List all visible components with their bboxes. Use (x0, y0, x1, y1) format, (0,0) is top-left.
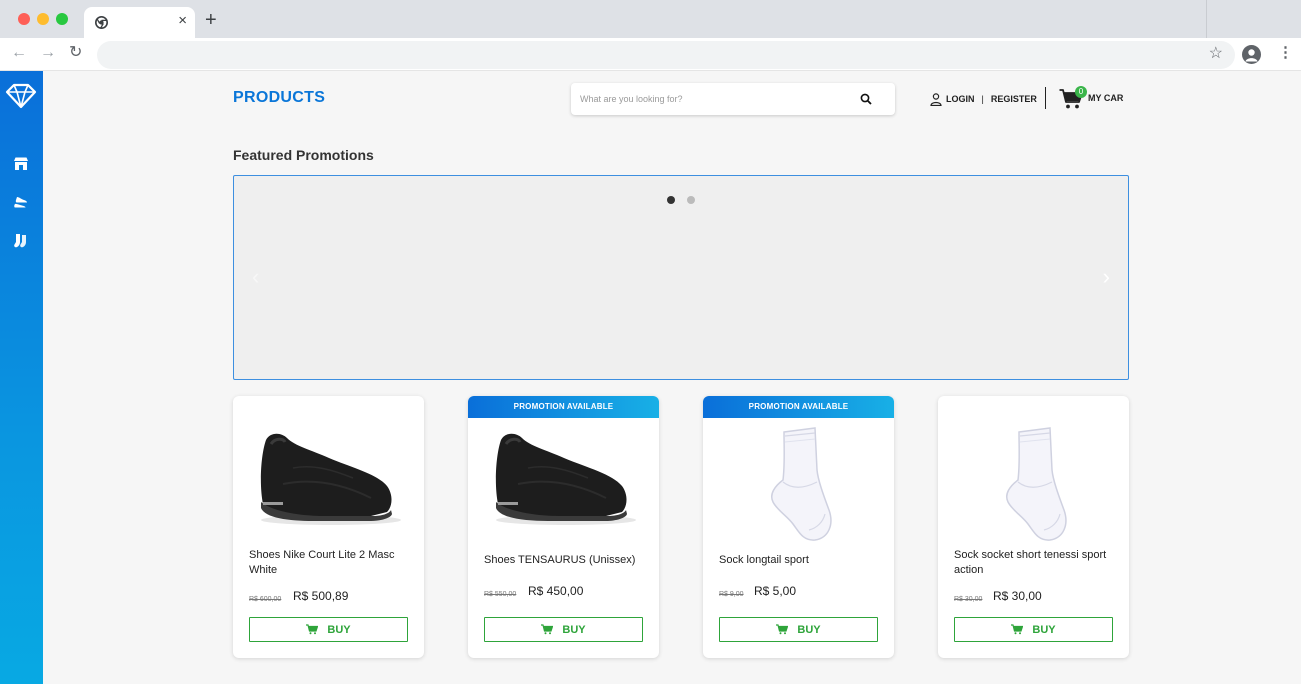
product-card: PROMOTION AVAILABLE Shoes TENSAURUS (Uni… (468, 396, 659, 658)
carousel-indicator-2[interactable] (687, 196, 695, 204)
featured-promotions-title: Featured Promotions (233, 147, 374, 163)
product-price: R$ 30,00 (993, 589, 1042, 603)
browser-titlebar: × + (0, 0, 1301, 38)
product-old-price: R$ 600,00 (249, 596, 282, 603)
account-links: LOGIN | REGISTER (930, 91, 1037, 107)
product-old-price: R$ 9,00 (719, 591, 744, 598)
promotions-carousel: ‹ › (233, 175, 1129, 380)
product-old-price: R$ 30,00 (954, 596, 983, 603)
buy-button[interactable]: BUY (484, 617, 643, 642)
product-card: Shoes Nike Court Lite 2 Masc White R$ 60… (233, 396, 424, 658)
cart-button[interactable]: 0 MY CAR (1059, 86, 1129, 110)
search-box (571, 83, 895, 115)
login-link[interactable]: LOGIN (946, 94, 975, 104)
cart-icon (1011, 624, 1024, 635)
buy-button[interactable]: BUY (954, 617, 1113, 642)
product-old-price: R$ 550,00 (484, 591, 517, 598)
page-title: PRODUCTS (233, 89, 326, 106)
user-icon (930, 92, 942, 106)
new-tab-button[interactable]: + (205, 10, 217, 30)
carousel-next-button[interactable]: › (1103, 266, 1110, 288)
product-price: R$ 500,89 (293, 589, 349, 603)
back-icon[interactable]: ← (11, 44, 27, 62)
chrome-icon (95, 16, 108, 29)
cart-icon (541, 624, 554, 635)
product-price: R$ 450,00 (528, 584, 584, 598)
browser-tab[interactable]: × (84, 7, 195, 38)
search-input[interactable] (580, 91, 840, 107)
white-sock-image (771, 427, 832, 541)
carousel-indicator-1[interactable] (667, 196, 675, 204)
profile-avatar-icon[interactable] (1242, 45, 1261, 64)
sidebar (0, 71, 45, 684)
browser-menu-icon[interactable]: ⋮ (1278, 44, 1293, 62)
promotion-badge: PROMOTION AVAILABLE (468, 396, 659, 418)
diamond-logo-icon[interactable] (5, 83, 37, 109)
carousel-prev-button[interactable]: ‹ (252, 266, 259, 288)
white-sock-image (1006, 427, 1067, 541)
login-separator: | (981, 94, 984, 104)
product-name[interactable]: Sock longtail sport (719, 553, 884, 568)
buy-button-label: BUY (562, 623, 586, 636)
register-link[interactable]: REGISTER (991, 94, 1037, 104)
buy-button-label: BUY (797, 623, 821, 636)
window-close-button[interactable] (18, 13, 30, 25)
product-price: R$ 5,00 (754, 584, 797, 598)
titlebar-divider (1206, 0, 1207, 38)
promotion-badge: PROMOTION AVAILABLE (703, 396, 894, 418)
reload-icon[interactable]: ↻ (69, 44, 82, 62)
window-minimize-button[interactable] (37, 13, 49, 25)
cart-label: MY CAR (1088, 93, 1124, 103)
cart-icon (306, 624, 319, 635)
browser-toolbar: ← → ↻ ☆ ⋮ (0, 38, 1301, 71)
search-icon[interactable] (860, 93, 872, 105)
buy-button[interactable]: BUY (249, 617, 408, 642)
cart-count-badge: 0 (1075, 86, 1087, 98)
bookmark-star-icon[interactable]: ☆ (1209, 45, 1223, 63)
buy-button[interactable]: BUY (719, 617, 878, 642)
product-card: PROMOTION AVAILABLE Sock longtail sport … (703, 396, 894, 658)
main-content: PRODUCTS LOGIN | REGISTER 0 MY CAR Featu… (43, 71, 1301, 684)
forward-icon[interactable]: → (40, 44, 56, 62)
product-name[interactable]: Shoes Nike Court Lite 2 Masc White (249, 548, 414, 578)
socks-icon[interactable] (13, 233, 29, 249)
product-name[interactable]: Shoes TENSAURUS (Unissex) (484, 553, 649, 568)
address-bar[interactable]: ☆ (97, 41, 1235, 69)
header-divider (1045, 87, 1046, 109)
product-name[interactable]: Sock socket short tenessi sport action (954, 548, 1119, 578)
black-shoe-image (260, 433, 401, 525)
window-maximize-button[interactable] (56, 13, 68, 25)
buy-button-label: BUY (327, 623, 351, 636)
product-card: Sock socket short tenessi sport action R… (938, 396, 1129, 658)
cart-icon (776, 624, 789, 635)
close-tab-icon[interactable]: × (178, 13, 187, 29)
shoes-icon[interactable] (13, 194, 29, 210)
buy-button-label: BUY (1032, 623, 1056, 636)
black-shoe-image (495, 433, 636, 525)
store-icon[interactable] (13, 156, 29, 172)
